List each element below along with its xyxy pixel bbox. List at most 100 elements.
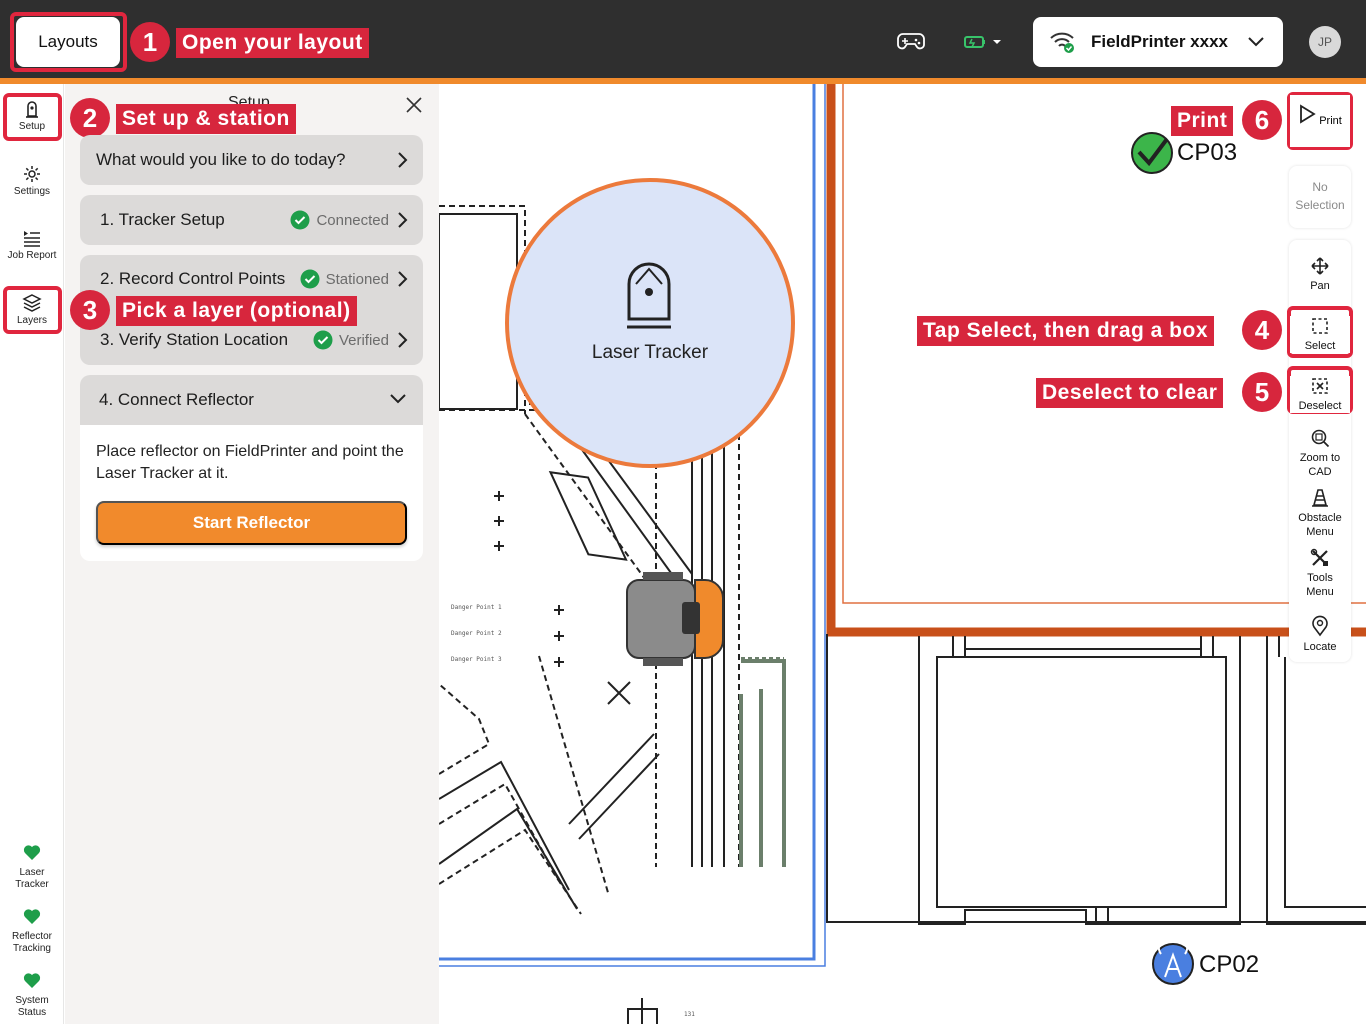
status-laser-tracker[interactable]: Laser Tracker [0, 843, 64, 891]
step-label: 3. Verify Station Location [100, 330, 289, 349]
step-label: 2. Record Control Points [100, 269, 286, 288]
nav-job-report[interactable]: Job Report [0, 228, 64, 261]
deselect-label: Deselect [1298, 400, 1342, 412]
cp03-check-icon [1131, 132, 1173, 174]
cp02-label: CP02 [1199, 951, 1260, 978]
start-reflector-button[interactable]: Start Reflector [96, 501, 407, 545]
check-circle-icon [290, 210, 310, 230]
tools-menu-label: Tools Menu [1306, 572, 1334, 598]
tracker-label: Laser Tracker [592, 342, 709, 363]
nav-job-report-label: Job Report [7, 250, 57, 261]
callout-number-1: 1 [130, 22, 170, 62]
chevron-right-icon [398, 332, 408, 348]
cp03-label: CP03 [1177, 139, 1238, 166]
reflector-card: 4. Connect Reflector Place reflector on … [80, 375, 423, 561]
zoom-icon [1311, 429, 1330, 448]
obstacle-menu-label: Obstacle Menu [1298, 512, 1342, 538]
nav-setup[interactable]: Setup [0, 99, 64, 132]
danger-point-label: Danger Point 2 [451, 630, 502, 637]
select-label: Select [1304, 340, 1336, 352]
cp02-antenna-icon [1152, 939, 1194, 985]
chevron-right-icon [398, 152, 408, 168]
play-icon [1300, 104, 1316, 124]
obstacle-menu-button[interactable]: Obstacle Menu [1290, 488, 1350, 539]
layouts-button[interactable]: Layouts [16, 17, 120, 67]
step-tracker-setup[interactable]: 1. Tracker Setup Connected [80, 195, 423, 245]
reflector-title: 4. Connect Reflector [99, 390, 254, 409]
question-label: What would you like to do today? [96, 150, 346, 169]
nav-settings[interactable]: Settings [0, 164, 64, 197]
pan-label: Pan [1310, 280, 1330, 292]
no-selection-indicator: No Selection [1289, 166, 1351, 228]
deselect-icon [1312, 378, 1328, 394]
tools-icon [1310, 548, 1328, 566]
marquee-select-icon [1312, 318, 1328, 334]
callout-number-3: 3 [70, 290, 110, 330]
callout-number-2: 2 [70, 98, 110, 138]
step-status: Stationed [300, 269, 389, 289]
chevron-right-icon [398, 271, 408, 287]
avatar[interactable]: JP [1309, 26, 1341, 58]
gamepad-icon[interactable] [897, 30, 925, 52]
heart-icon [23, 845, 41, 860]
callout-number-5: 5 [1242, 372, 1282, 412]
traffic-cone-icon [1312, 489, 1328, 507]
callout-text-2: Set up & station [116, 104, 296, 134]
check-circle-icon [313, 330, 333, 350]
step-status-text: Connected [316, 211, 389, 229]
callout-number-4: 4 [1242, 310, 1282, 350]
check-circle-icon [300, 269, 320, 289]
battery-status-icon[interactable] [963, 33, 1003, 51]
select-button[interactable]: Select [1290, 316, 1350, 353]
status-system-label: System Status [15, 995, 49, 1018]
print-label: Print [1319, 115, 1342, 127]
printer-name: FieldPrinter xxxx [1091, 32, 1229, 51]
nav-settings-label: Settings [13, 186, 51, 197]
printer-select[interactable]: FieldPrinter xxxx [1033, 17, 1283, 67]
fieldprinter-robot-icon [626, 572, 724, 666]
locate-button[interactable]: Locate [1290, 615, 1350, 654]
callout-text-1: Open your layout [176, 28, 369, 58]
job-report-icon [24, 231, 40, 247]
step-status: Verified [313, 330, 389, 350]
move-icon [1311, 257, 1329, 275]
reflector-header[interactable]: 4. Connect Reflector [80, 375, 423, 425]
wifi-connected-icon [1050, 32, 1074, 53]
question-row[interactable]: What would you like to do today? [80, 135, 423, 185]
gear-icon [24, 166, 40, 182]
step-status-text: Verified [338, 331, 389, 349]
status-laser-tracker-label: Laser Tracker [15, 867, 49, 890]
layout-canvas[interactable]: Danger Point 1 Danger Point 2 Danger Poi… [439, 84, 1366, 1024]
zoom-to-cad-button[interactable]: Zoom to CAD [1290, 428, 1350, 479]
pan-button[interactable]: Pan [1290, 256, 1350, 293]
step-status-text: Stationed [325, 270, 389, 288]
step-label: 1. Tracker Setup [100, 210, 225, 229]
tools-menu-button[interactable]: Tools Menu [1290, 548, 1350, 599]
nav-layers-label: Layers [16, 315, 47, 326]
status-reflector-tracking-label: Reflector Tracking [11, 931, 52, 954]
danger-point-label: Danger Point 3 [451, 656, 502, 663]
nav-layers[interactable]: Layers [0, 293, 64, 326]
close-icon[interactable] [404, 95, 424, 115]
reflector-description: Place reflector on FieldPrinter and poin… [96, 443, 404, 482]
heart-icon [23, 973, 41, 988]
chevron-down-icon [1248, 37, 1264, 47]
print-button[interactable]: Print [1290, 95, 1350, 147]
callout-text-3: Pick a layer (optional) [116, 296, 357, 326]
callout-text-5: Deselect to clear [1036, 378, 1224, 408]
status-system[interactable]: System Status [0, 971, 64, 1019]
chevron-down-icon [390, 394, 406, 404]
zoom-to-cad-label: Zoom to CAD [1299, 452, 1341, 478]
layers-icon [22, 294, 42, 312]
danger-point-label: Danger Point 1 [451, 604, 502, 611]
nav-setup-label: Setup [18, 121, 46, 132]
callout-text-6: Print [1171, 106, 1234, 136]
heart-icon [23, 909, 41, 924]
deselect-button[interactable]: Deselect [1290, 376, 1350, 413]
small-tag: 131 [684, 1011, 695, 1018]
callout-text-4: Tap Select, then drag a box [917, 316, 1215, 346]
chevron-right-icon [398, 212, 408, 228]
status-reflector-tracking[interactable]: Reflector Tracking [0, 907, 64, 955]
location-pin-icon [1312, 615, 1328, 637]
tracker-icon [26, 101, 38, 118]
